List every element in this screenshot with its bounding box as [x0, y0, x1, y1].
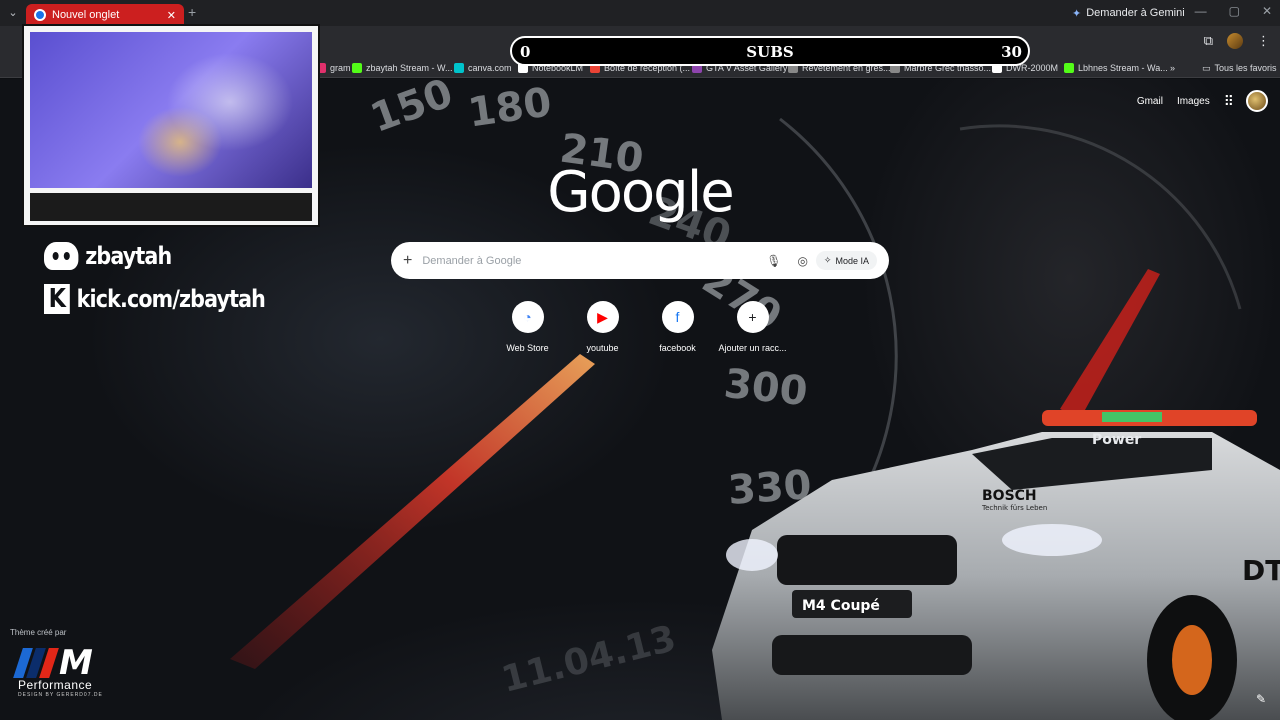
shortcut-label: facebook — [659, 343, 696, 353]
folder-icon: ▭ — [1202, 62, 1211, 73]
car-banner-text: Power — [1092, 432, 1141, 448]
car-sponsor-sub: Technik fürs Leben — [981, 504, 1047, 512]
ai-mode-button[interactable]: ✧ Mode IA — [815, 251, 877, 270]
bookmark-label: canva.com — [468, 63, 512, 73]
gemini-icon: ✦ — [1072, 7, 1082, 20]
subs-goal-bar: 0 SUBS 30 — [510, 36, 1030, 66]
theme-brand-sub: DESIGN BY GERERD07.DE — [18, 692, 103, 698]
tab-strip: ⌄ Nouvel onglet ✕ + ✦ Demander à Gemini … — [0, 0, 1280, 26]
shortcut-youtube[interactable]: ▶ youtube — [565, 301, 640, 353]
kick-text: kick.com/zbaytah — [76, 285, 266, 313]
m-stripes: M — [13, 643, 110, 683]
gmail-link[interactable]: Gmail — [1137, 96, 1163, 107]
webstore-icon: ◔ — [511, 301, 544, 333]
apps-grid-icon[interactable]: ⠿ — [1224, 93, 1234, 110]
ntp-top-links: Gmail Images ⠿ — [1137, 90, 1268, 112]
bookmark-item[interactable]: canva.com — [454, 61, 512, 75]
bookmark-favicon-icon — [1064, 63, 1074, 73]
shortcut-label: youtube — [586, 343, 619, 353]
tab-new-tab[interactable]: Nouvel onglet ✕ — [26, 4, 184, 26]
bookmarks-overflow-icon[interactable]: » — [1170, 61, 1175, 75]
all-bookmarks-button[interactable]: ▭ Tous les favoris — [1202, 61, 1277, 75]
tab-search-button[interactable]: ⌄ — [4, 4, 22, 22]
discord-icon — [44, 242, 79, 270]
shortcut-facebook[interactable]: f facebook — [640, 301, 715, 353]
search-input[interactable] — [422, 254, 759, 267]
all-bookmarks-label: Tous les favoris — [1214, 63, 1277, 73]
discord-handle: zbaytah — [44, 242, 172, 270]
facebook-icon: f — [661, 301, 694, 333]
kick-handle: K kick.com/zbaytah — [44, 284, 266, 314]
new-tab-button[interactable]: + — [188, 4, 196, 20]
extensions-icon[interactable]: ⧉ — [1204, 33, 1213, 49]
customize-pencil-icon[interactable]: ✎ — [1256, 692, 1266, 706]
bookmark-favicon-icon — [352, 63, 362, 73]
account-avatar[interactable] — [1246, 90, 1268, 112]
shortcut-ajouter[interactable]: + Ajouter un racc... — [715, 301, 790, 353]
plus-icon: + — [736, 301, 769, 333]
menu-icon[interactable]: ⋮ — [1257, 33, 1270, 49]
m-letter: M — [59, 643, 93, 683]
kick-icon: K — [44, 284, 70, 314]
discord-text: zbaytah — [85, 242, 172, 270]
car-illustration: Power BOSCH Technik fürs Leben DTM M4 Co… — [712, 410, 1280, 720]
maximize-icon[interactable]: ▢ — [1229, 4, 1240, 18]
youtube-icon: ▶ — [586, 301, 619, 333]
subs-goal-label: SUBS — [746, 43, 794, 61]
car-badge-text: M4 Coupé — [802, 598, 880, 614]
shortcut-label: Ajouter un racc... — [718, 343, 787, 353]
tab-title: Nouvel onglet — [52, 9, 120, 21]
images-link[interactable]: Images — [1177, 96, 1210, 107]
shortcuts-row: ◔ Web Store ▶ youtube f facebook + Ajouter un r… — [490, 301, 790, 353]
subs-goal-max: 30 — [1001, 43, 1022, 61]
bookmark-item[interactable]: Lbhnes Stream - Wa... — [1064, 61, 1168, 75]
lens-icon[interactable]: ◎ — [797, 254, 807, 268]
m-performance-logo[interactable]: M Performance DESIGN BY GERERD07.DE — [13, 643, 110, 698]
close-window-icon[interactable]: ✕ — [1262, 4, 1272, 18]
car-door-text: DTM — [1242, 554, 1280, 587]
ai-mode-label: Mode IA — [835, 255, 869, 266]
close-icon[interactable]: ✕ — [167, 9, 176, 22]
shortcut-label: Web Store — [506, 343, 549, 353]
bookmark-item[interactable]: zbaytah Stream - W... — [352, 61, 453, 75]
bookmark-label: Lbhnes Stream - Wa... — [1078, 63, 1168, 73]
plus-icon[interactable]: + — [403, 252, 412, 270]
bookmark-favicon-icon — [454, 63, 464, 73]
chrome-icon — [34, 9, 46, 21]
gemini-button[interactable]: ✦ Demander à Gemini — [1072, 5, 1185, 21]
bookmark-label: zbaytah Stream - W... — [366, 63, 453, 73]
theme-brand: Performance — [18, 678, 93, 692]
microphone-icon[interactable]: 🎙 — [766, 254, 781, 268]
minimize-icon[interactable]: — — [1195, 4, 1207, 18]
profile-avatar[interactable] — [1227, 33, 1243, 49]
theme-credit: Thème créé par — [10, 628, 67, 637]
car-sponsor-text: BOSCH — [982, 488, 1037, 504]
gemini-label: Demander à Gemini — [1086, 7, 1185, 19]
search-box[interactable]: + 🎙 ◎ ✧ Mode IA — [391, 242, 889, 279]
toolbar-actions: ⧉ ⋮ — [1204, 33, 1270, 49]
window-controls: — ▢ ✕ — [1195, 4, 1272, 18]
bookmark-item[interactable]: gram — [316, 61, 351, 75]
shortcut-web[interactable]: ◔ Web Store — [490, 301, 565, 353]
bookmark-label: gram — [330, 63, 351, 73]
google-logo: Google — [547, 160, 734, 225]
ai-mode-icon: ✧ — [823, 255, 832, 265]
